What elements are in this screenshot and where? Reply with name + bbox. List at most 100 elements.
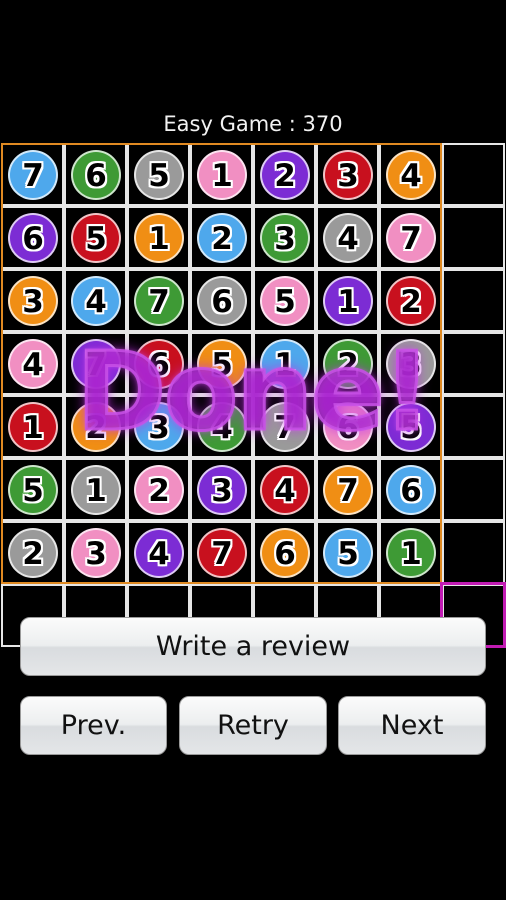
number-ball[interactable]: 5: [8, 465, 58, 515]
board-cell[interactable]: 4: [64, 269, 127, 332]
board-cell[interactable]: [442, 395, 505, 458]
board-cell[interactable]: 1: [253, 332, 316, 395]
number-ball[interactable]: 5: [71, 213, 121, 263]
board-cell[interactable]: [442, 143, 505, 206]
board-cell[interactable]: 7: [190, 521, 253, 584]
board-cell[interactable]: 3: [64, 521, 127, 584]
board-cell[interactable]: 4: [1, 332, 64, 395]
board-cell[interactable]: 3: [127, 395, 190, 458]
number-ball[interactable]: 1: [134, 213, 184, 263]
number-ball[interactable]: 1: [323, 276, 373, 326]
number-ball[interactable]: 1: [71, 465, 121, 515]
board-cell[interactable]: 5: [379, 395, 442, 458]
number-ball[interactable]: 1: [260, 339, 310, 389]
number-ball[interactable]: 4: [8, 339, 58, 389]
board-cell[interactable]: 3: [190, 458, 253, 521]
board-cell[interactable]: 2: [64, 395, 127, 458]
number-ball[interactable]: 3: [71, 528, 121, 578]
board-cell[interactable]: 6: [253, 521, 316, 584]
number-ball[interactable]: 6: [197, 276, 247, 326]
board-cell[interactable]: 7: [379, 206, 442, 269]
number-ball[interactable]: 6: [260, 528, 310, 578]
prev-button[interactable]: Prev.: [20, 696, 167, 755]
board-cell[interactable]: 1: [64, 458, 127, 521]
number-ball[interactable]: 3: [8, 276, 58, 326]
board-cell[interactable]: 6: [1, 206, 64, 269]
board-cell[interactable]: 5: [1, 458, 64, 521]
number-ball[interactable]: 1: [197, 150, 247, 200]
number-ball[interactable]: 3: [197, 465, 247, 515]
board-cell[interactable]: 2: [253, 143, 316, 206]
number-ball[interactable]: 6: [71, 150, 121, 200]
number-ball[interactable]: 4: [71, 276, 121, 326]
write-review-button[interactable]: Write a review: [20, 617, 486, 676]
board-cell[interactable]: 3: [379, 332, 442, 395]
number-ball[interactable]: 5: [386, 402, 436, 452]
number-ball[interactable]: 3: [386, 339, 436, 389]
number-ball[interactable]: 7: [323, 465, 373, 515]
number-ball[interactable]: 1: [386, 528, 436, 578]
number-ball[interactable]: 6: [323, 402, 373, 452]
board-cell[interactable]: 4: [316, 206, 379, 269]
board-cell[interactable]: 2: [1, 521, 64, 584]
number-ball[interactable]: 5: [260, 276, 310, 326]
board-cell[interactable]: 3: [253, 206, 316, 269]
number-ball[interactable]: 6: [386, 465, 436, 515]
board-cell[interactable]: 2: [379, 269, 442, 332]
number-ball[interactable]: 5: [197, 339, 247, 389]
board-cell[interactable]: 7: [316, 458, 379, 521]
board-cell[interactable]: 6: [379, 458, 442, 521]
board-cell[interactable]: [442, 458, 505, 521]
number-ball[interactable]: 2: [8, 528, 58, 578]
number-ball[interactable]: 5: [323, 528, 373, 578]
board-cell[interactable]: [442, 332, 505, 395]
game-board[interactable]: 7 6 5 1 2 3 4 6 5 1 2 3 4 7 3 4 7 6 5 1 2 4 7 6 5 1 2 3 1 2 3 4 7 6 5 5 1 2 3 4…: [1, 143, 505, 647]
board-cell[interactable]: 6: [316, 395, 379, 458]
board-cell[interactable]: 2: [316, 332, 379, 395]
board-cell[interactable]: [442, 521, 505, 584]
number-ball[interactable]: 2: [71, 402, 121, 452]
board-cell[interactable]: 7: [64, 332, 127, 395]
board-cell[interactable]: 1: [1, 395, 64, 458]
board-cell[interactable]: 3: [1, 269, 64, 332]
number-ball[interactable]: 2: [134, 465, 184, 515]
board-cell[interactable]: 7: [127, 269, 190, 332]
board-cell[interactable]: 1: [190, 143, 253, 206]
number-ball[interactable]: 7: [71, 339, 121, 389]
board-cell[interactable]: 1: [379, 521, 442, 584]
number-ball[interactable]: 6: [8, 213, 58, 263]
board-cell[interactable]: 3: [316, 143, 379, 206]
board-cell[interactable]: 2: [127, 458, 190, 521]
number-ball[interactable]: 5: [134, 150, 184, 200]
board-cell[interactable]: 4: [190, 395, 253, 458]
number-ball[interactable]: 7: [134, 276, 184, 326]
board-cell[interactable]: 5: [127, 143, 190, 206]
board-cell[interactable]: 4: [379, 143, 442, 206]
board-cell[interactable]: 5: [253, 269, 316, 332]
board-cell[interactable]: 5: [64, 206, 127, 269]
number-ball[interactable]: 4: [260, 465, 310, 515]
number-ball[interactable]: 3: [134, 402, 184, 452]
number-ball[interactable]: 6: [134, 339, 184, 389]
board-cell[interactable]: 5: [190, 332, 253, 395]
board-cell[interactable]: 4: [127, 521, 190, 584]
board-cell[interactable]: 1: [127, 206, 190, 269]
board-cell[interactable]: 2: [190, 206, 253, 269]
board-cell[interactable]: 5: [316, 521, 379, 584]
retry-button[interactable]: Retry: [179, 696, 327, 755]
board-cell[interactable]: 6: [64, 143, 127, 206]
number-ball[interactable]: 4: [134, 528, 184, 578]
board-cell[interactable]: [442, 269, 505, 332]
number-ball[interactable]: 7: [260, 402, 310, 452]
number-ball[interactable]: 4: [323, 213, 373, 263]
board-cell[interactable]: 6: [127, 332, 190, 395]
number-ball[interactable]: 7: [8, 150, 58, 200]
board-cell[interactable]: [442, 206, 505, 269]
number-ball[interactable]: 7: [386, 213, 436, 263]
number-ball[interactable]: 3: [323, 150, 373, 200]
board-cell[interactable]: 1: [316, 269, 379, 332]
board-cell[interactable]: 7: [1, 143, 64, 206]
board-cell[interactable]: 4: [253, 458, 316, 521]
number-ball[interactable]: 2: [386, 276, 436, 326]
next-button[interactable]: Next: [338, 696, 486, 755]
